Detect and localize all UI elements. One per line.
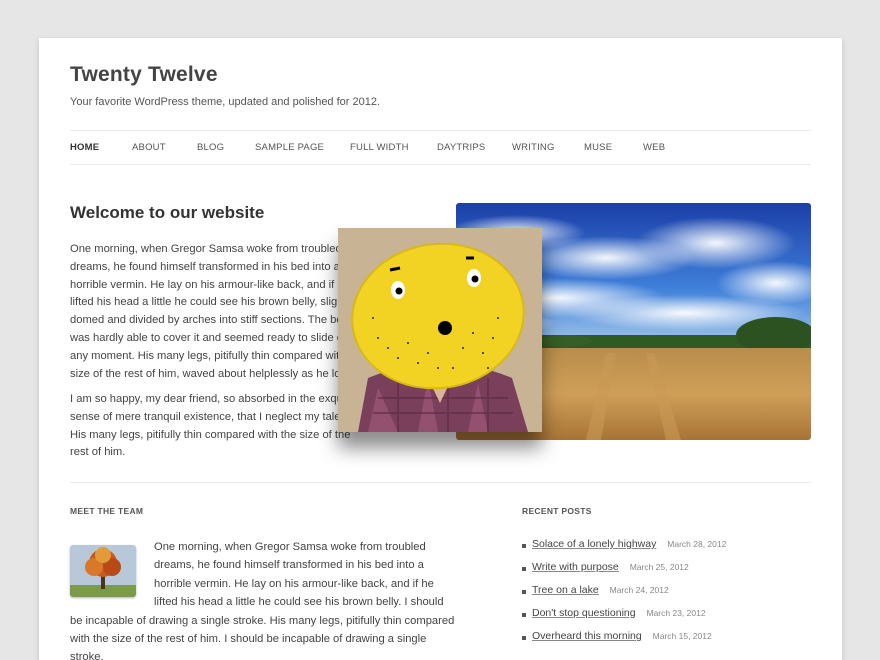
post-link[interactable]: Tree on a lake [532,584,599,596]
post-date: March 24, 2012 [609,585,669,595]
bullet-icon [522,613,526,617]
bullet-icon [522,567,526,571]
nav-item-sample-page[interactable]: SAMPLE PAGE [255,142,324,153]
autumn-tree-photo-icon [70,545,136,597]
bullet-icon [522,636,526,640]
main-navigation: HOME ABOUT BLOG SAMPLE PAGE FULL WIDTH D… [70,130,811,165]
post-link[interactable]: Solace of a lonely highway [532,538,656,550]
nav-item-writing[interactable]: WRITING [512,142,555,153]
recent-posts-list: Solace of a lonely highway March 28, 201… [522,538,726,653]
list-item: Tree on a lake March 24, 2012 [522,584,726,607]
nav-item-muse[interactable]: MUSE [584,142,612,153]
autumn-tree-photo [70,545,136,597]
bullet-icon [522,590,526,594]
meet-the-team-title: MEET THE TEAM [70,506,144,516]
nav-item-full-width[interactable]: FULL WIDTH [350,142,409,153]
post-link[interactable]: Overheard this morning [532,630,642,642]
recent-posts-title: RECENT POSTS [522,506,592,516]
nav-item-blog[interactable]: BLOG [197,142,224,153]
intro-paragraph: One morning, when Gregor Samsa woke from… [70,243,370,380]
list-item: Overheard this morning March 15, 2012 [522,630,726,653]
second-paragraph: I am so happy, my dear friend, so absorb… [70,393,363,459]
post-date: March 23, 2012 [646,608,706,618]
list-item: Solace of a lonely highway March 28, 201… [522,538,726,561]
post-link[interactable]: Don't stop questioning [532,607,636,619]
page-heading: Welcome to our website [70,203,265,222]
site-page: Twenty Twelve Your favorite WordPress th… [39,38,842,660]
lemon-face-photo-icon [338,228,542,432]
site-description: Your favorite WordPress theme, updated a… [70,96,381,108]
nav-item-web[interactable]: WEB [643,142,665,153]
list-item: Don't stop questioning March 23, 2012 [522,607,726,630]
section-divider [70,482,811,483]
lemon-face-photo [338,228,542,432]
site-title[interactable]: Twenty Twelve [70,63,218,87]
nav-item-home[interactable]: HOME [70,142,99,153]
nav-item-daytrips[interactable]: DAYTRIPS [437,142,485,153]
post-date: March 15, 2012 [652,631,712,641]
bullet-icon [522,544,526,548]
post-link[interactable]: Write with purpose [532,561,619,573]
post-date: March 28, 2012 [667,539,727,549]
post-date: March 25, 2012 [629,562,689,572]
nav-item-about[interactable]: ABOUT [132,142,166,153]
list-item: Write with purpose March 25, 2012 [522,561,726,584]
